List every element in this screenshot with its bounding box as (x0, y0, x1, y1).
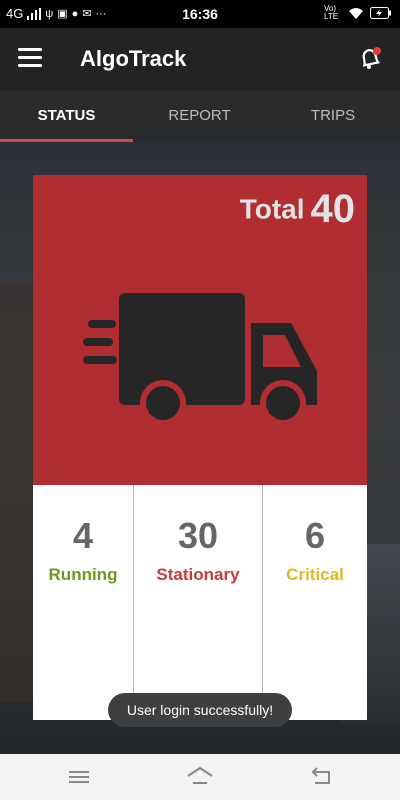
stats-row: 4 Running 30 Stationary 6 Critical (33, 485, 367, 720)
bell-icon[interactable] (356, 44, 384, 72)
battery-icon (370, 7, 391, 19)
back-icon[interactable] (306, 764, 336, 790)
truck-icon (83, 293, 317, 426)
total-count: Total 40 (240, 187, 355, 232)
stationary-label: Stationary (156, 565, 240, 584)
status-right: Vo) LTE (324, 5, 392, 21)
summary-hero[interactable]: Total 40 (33, 175, 367, 485)
hamburger-icon[interactable] (18, 48, 42, 67)
tab-status[interactable]: STATUS (0, 90, 133, 142)
tab-trips[interactable]: TRIPS (266, 90, 400, 142)
tab-report[interactable]: REPORT (133, 90, 266, 142)
lte-label: Vo) LTE (324, 4, 339, 21)
stationary-count: 30 (177, 515, 219, 556)
home-icon[interactable] (185, 764, 215, 790)
toast-message: User login successfully! (108, 693, 292, 727)
total-label: Total (239, 193, 305, 225)
stat-running[interactable]: 4 Running (33, 485, 134, 720)
summary-card: Total 40 4 Running 30 Stationary 6 Criti… (33, 175, 367, 720)
stat-stationary[interactable]: 30 Stationary (134, 485, 263, 720)
tab-bar: STATUS REPORT TRIPS (0, 90, 400, 142)
running-count: 4 (72, 515, 94, 556)
status-bar: 4G ψ ▣ ● ✉ ··· 16:36 Vo) LTE (0, 0, 400, 28)
total-value: 40 (310, 187, 356, 231)
critical-count: 6 (304, 515, 326, 556)
system-nav-bar (0, 754, 400, 800)
app-bar: AlgoTrack (0, 28, 400, 90)
wifi-icon (349, 8, 363, 19)
running-label: Running (48, 565, 118, 584)
menu-icon[interactable] (64, 764, 94, 790)
critical-label: Critical (286, 565, 344, 584)
app-title: AlgoTrack (80, 46, 187, 71)
stat-critical[interactable]: 6 Critical (263, 485, 367, 720)
